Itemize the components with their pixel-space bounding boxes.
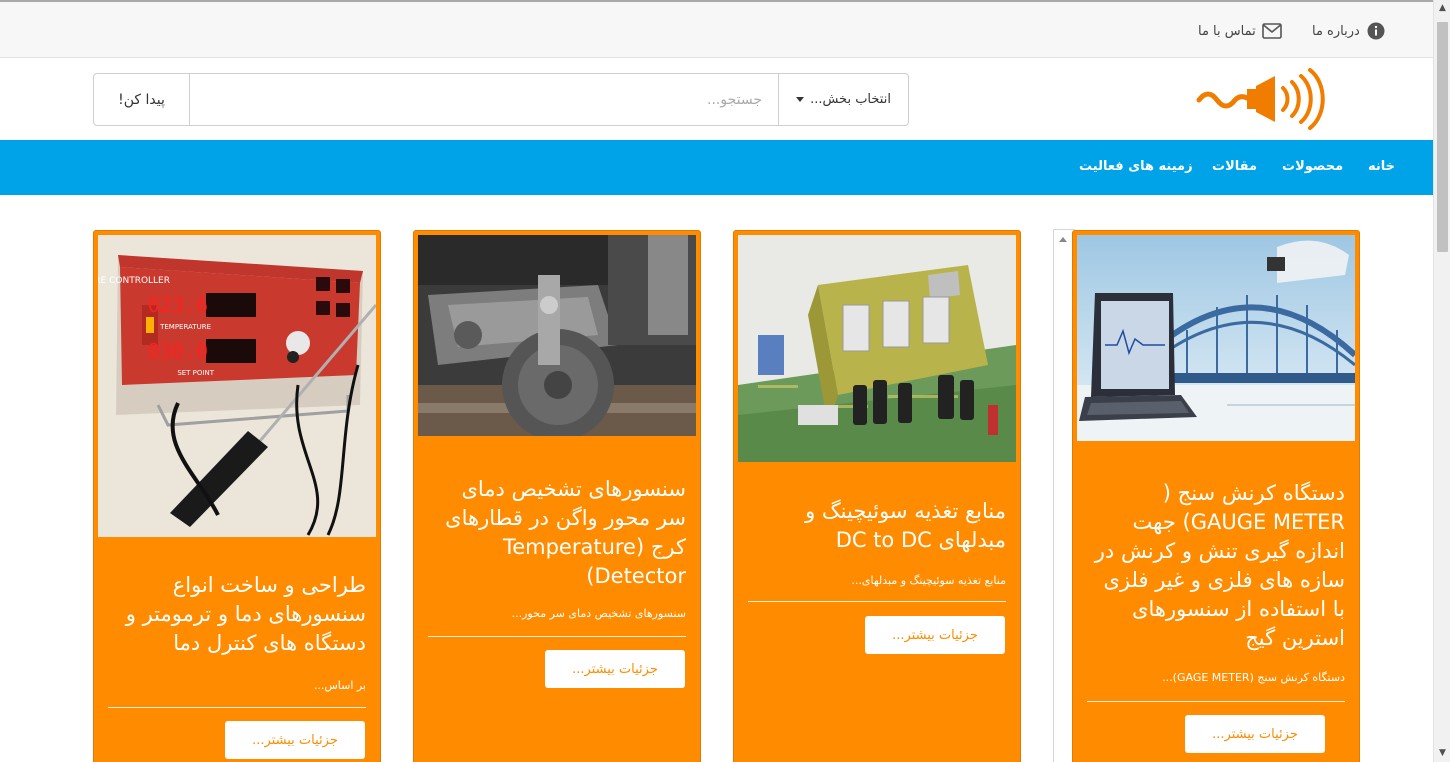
product-image-strain-gauge[interactable] [1077,235,1355,441]
card-excerpt: سنسورهای تشخیص دمای سر محور... [511,607,686,620]
nav-item-articles[interactable]: مقالات [1212,159,1257,174]
device-temp-label: TEMPERATURE [159,323,211,331]
card-divider [1087,701,1345,702]
caret-down-icon [796,97,805,102]
product-card[interactable]: دستگاه کرنش سنج ( GAUGE METER) جهت انداز… [1072,230,1360,762]
contact-label: تماس با ما [1198,23,1256,39]
device-heading: TEMPERATURE CONTROLLER [98,276,170,286]
product-card[interactable]: TEMPERATURE CONTROLLER 023.6 TEMPERATURE… [93,230,381,762]
read-more-button[interactable]: جزئیات بیشتر... [865,616,1005,654]
category-label: انتخاب بخش... [810,92,891,107]
search-input[interactable] [190,74,778,125]
search-bar: پیدا کن! انتخاب بخش... [93,73,909,126]
product-image-train-axle[interactable] [418,235,696,436]
card-title[interactable]: منابع تغذیه سوئیچینگ و مبدلهای DC to DC [748,497,1006,555]
card-divider [108,707,366,708]
device-temp-reading: 023.6 [148,293,208,317]
product-image-temperature-controller[interactable]: TEMPERATURE CONTROLLER 023.6 TEMPERATURE… [98,235,376,537]
card-excerpt: منابع تغذیه سوئیچینگ و مبدلهای... [851,574,1006,587]
caret-up-icon[interactable] [1059,237,1067,242]
card-title[interactable]: طراحی و ساخت انواع سنسورهای دما و ترمومت… [108,571,366,658]
device-set-label: SET POINT [177,369,214,377]
device-set-reading: 030.0 [148,339,208,363]
about-link[interactable]: درباره ما [1312,21,1386,41]
nav-item-products[interactable]: محصولات [1282,159,1343,174]
read-more-button[interactable]: جزئیات بیشتر... [1185,715,1325,753]
info-icon [1366,21,1386,41]
search-button[interactable]: پیدا کن! [94,74,190,125]
card-divider [428,636,686,637]
nav-item-home[interactable]: خانه [1368,159,1395,174]
category-dropdown[interactable]: انتخاب بخش... [778,74,908,125]
envelope-icon [1261,21,1282,41]
card-excerpt: بر اساس... [313,679,366,692]
product-card[interactable]: منابع تغذیه سوئیچینگ و مبدلهای DC to DC … [733,230,1021,762]
read-more-button[interactable]: جزئیات بیشتر... [545,650,685,688]
scrollbar-thumb[interactable] [1437,22,1448,252]
scroll-up-arrow-icon[interactable]: ▲ [1434,0,1450,17]
header: پیدا کن! انتخاب بخش... [0,58,1433,140]
nav-item-activities[interactable]: زمینه های فعالیت [1079,159,1193,174]
read-more-button[interactable]: جزئیات بیشتر... [225,721,365,759]
card-title[interactable]: دستگاه کرنش سنج ( GAUGE METER) جهت انداز… [1087,479,1345,653]
card-excerpt: دستگاه کرنش سنج (GAGE METER)... [1162,671,1345,684]
scroll-down-arrow-icon[interactable]: ▼ [1434,745,1450,762]
about-label: درباره ما [1312,23,1360,39]
contact-link[interactable]: تماس با ما [1198,21,1282,41]
main-nav: خانه محصولات مقالات زمینه های فعالیت [0,140,1433,195]
product-image-power-supply[interactable] [738,235,1016,462]
card-divider [748,601,1006,602]
top-bar: درباره ما تماس با ما [0,0,1433,58]
card-title[interactable]: سنسورهای تشخیص دمای سر محور واگن در قطار… [428,475,686,591]
page-scrollbar[interactable]: ▲ ▼ [1433,0,1450,762]
site-logo[interactable] [1195,62,1330,136]
product-card[interactable]: سنسورهای تشخیص دمای سر محور واگن در قطار… [413,230,701,762]
